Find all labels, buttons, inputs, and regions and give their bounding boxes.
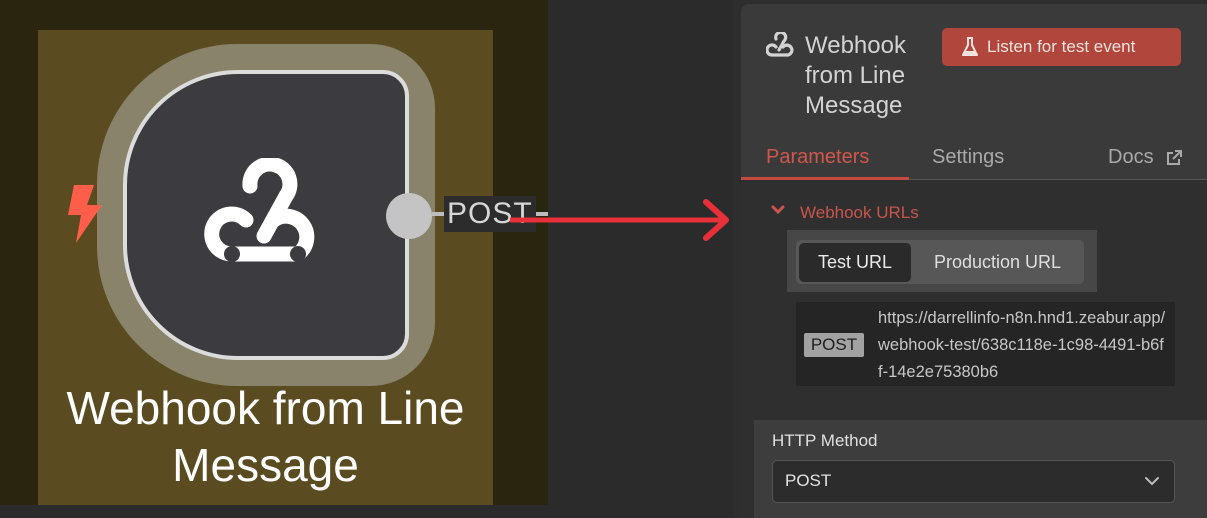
workflow-canvas[interactable]: POST Webhook from Line Message <box>0 0 733 518</box>
production-url-toggle[interactable]: Production URL <box>915 240 1080 284</box>
red-arrow-icon <box>510 199 729 241</box>
output-handle[interactable] <box>386 193 432 239</box>
webhook-urls-section-title[interactable]: Webhook URLs <box>800 202 919 224</box>
external-link-icon <box>1167 150 1182 165</box>
http-method-badge: POST <box>804 333 864 357</box>
test-url-toggle[interactable]: Test URL <box>799 243 911 282</box>
tab-settings[interactable]: Settings <box>932 144 1004 170</box>
lightning-bolt-icon <box>68 185 102 243</box>
http-method-value: POST <box>785 471 832 490</box>
chevron-down-icon[interactable] <box>771 205 785 215</box>
tab-parameters[interactable]: Parameters <box>766 144 869 170</box>
http-method-select[interactable] <box>772 460 1175 503</box>
http-method-label: HTTP Method <box>772 431 878 450</box>
chevron-down-icon <box>1145 477 1159 486</box>
webhook-url[interactable]: https://darrellinfo-n8n.hnd1.zeabur.app/… <box>878 305 1168 386</box>
panel-title: Webhook from Line Message <box>805 32 906 119</box>
webhook-icon <box>766 32 794 57</box>
webhook-icon <box>204 158 315 262</box>
tab-docs[interactable]: Docs <box>1108 144 1154 170</box>
node-title: Webhook from Line Message <box>66 382 465 491</box>
flask-icon <box>962 37 978 56</box>
